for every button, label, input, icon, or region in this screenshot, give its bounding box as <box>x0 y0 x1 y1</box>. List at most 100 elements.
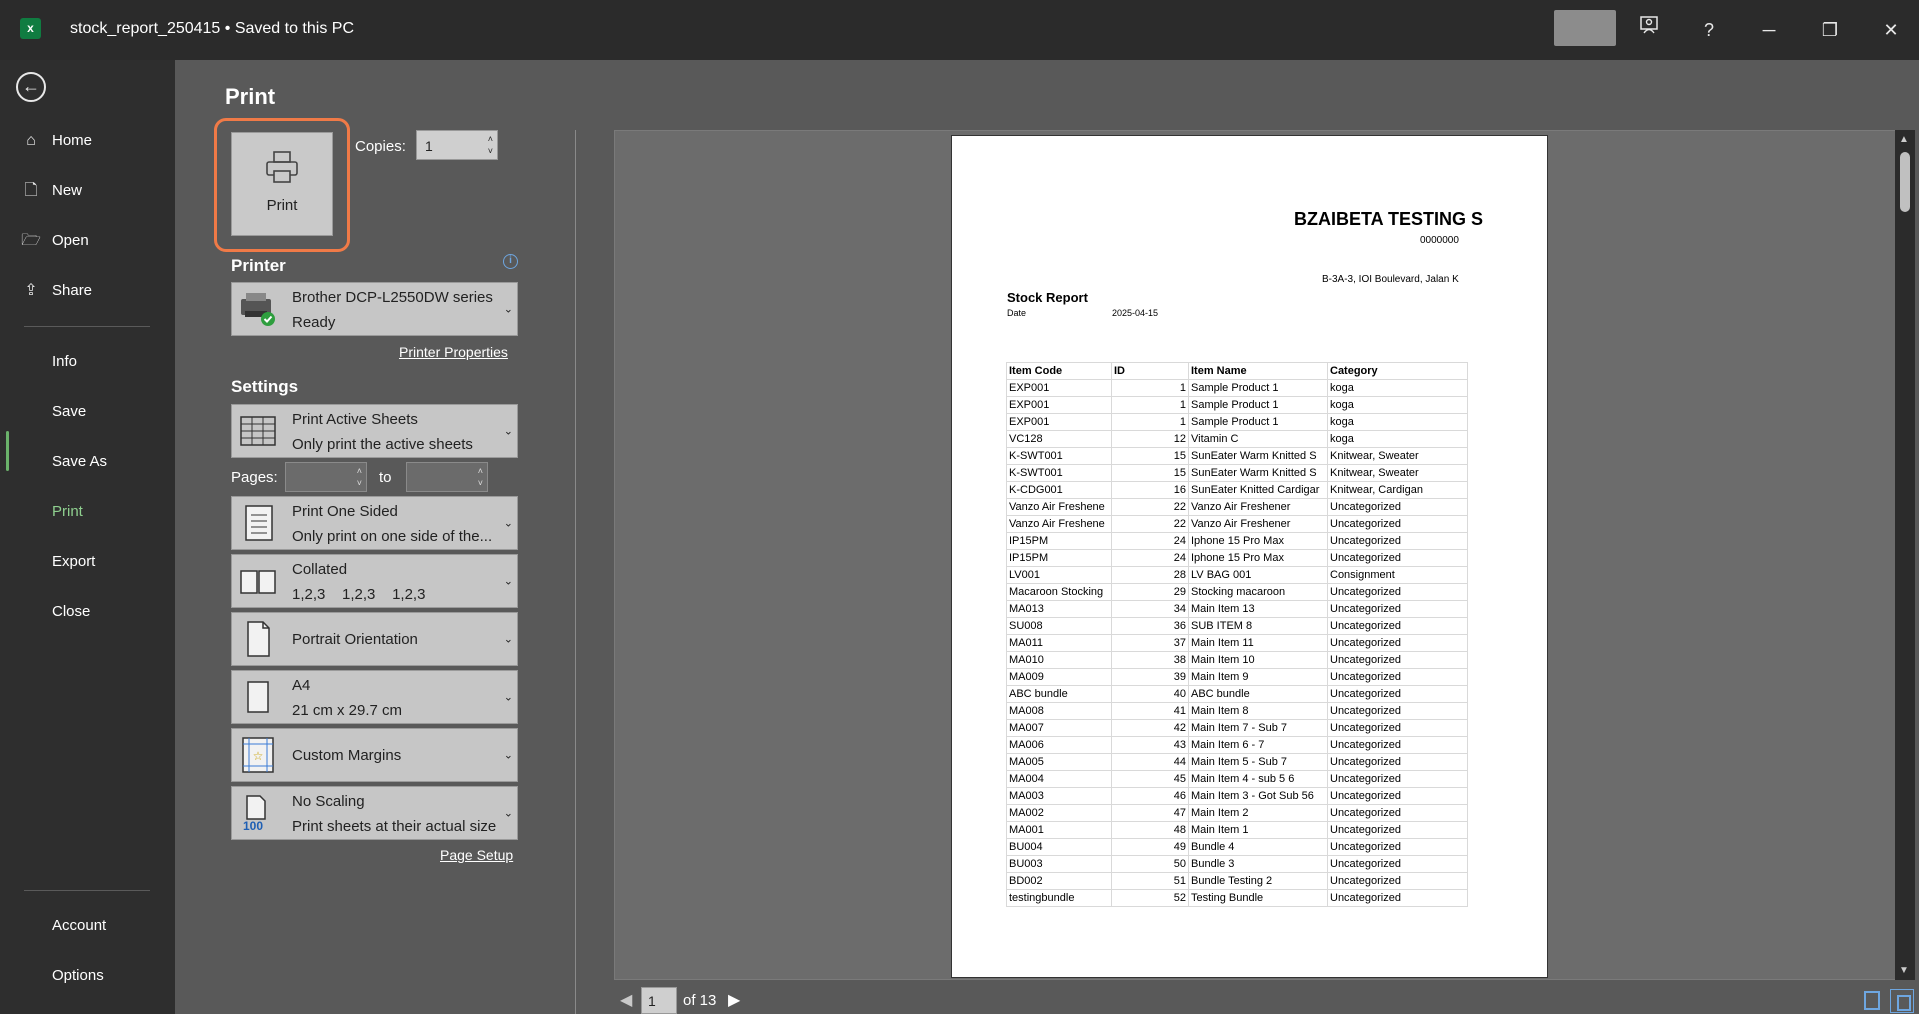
copies-stepper[interactable]: 1 ˄ ˅ <box>416 130 498 160</box>
table-row: MA006 43 Main Item 6 - 7 Uncategorized <box>1006 736 1468 754</box>
sidebar-item-print[interactable]: Print <box>52 494 192 530</box>
table-cell: MA003 <box>1006 787 1112 805</box>
sidebar-item-share[interactable]: ⇪ Share <box>20 273 160 309</box>
scrollbar-thumb[interactable] <box>1900 152 1910 212</box>
table-cell: MA004 <box>1006 770 1112 788</box>
stock-table: Item Code ID Item Name Category EXP001 1 Samp… <box>1006 362 1468 907</box>
table-cell: Main Item 9 <box>1188 668 1328 686</box>
collated-icon <box>238 561 278 601</box>
chevron-down-icon: ⌄ <box>503 303 513 316</box>
paper-size-dropdown[interactable]: A4 21 cm x 29.7 cm ⌄ <box>231 670 518 724</box>
print-active-sheets-dropdown[interactable]: Print Active Sheets Only print the activ… <box>231 404 518 458</box>
margins-dropdown[interactable]: ☆ Custom Margins ⌄ <box>231 728 518 782</box>
table-cell: Uncategorized <box>1327 821 1468 839</box>
coaching-icon[interactable] <box>1633 14 1665 46</box>
table-cell: 47 <box>1111 804 1189 822</box>
sidebar-item-new[interactable]: 🗋 New <box>20 173 160 209</box>
print-button[interactable]: Print <box>231 132 333 236</box>
chevron-down-icon: ⌄ <box>503 807 513 820</box>
print-sides-dropdown[interactable]: Print One Sided Only print on one side o… <box>231 496 518 550</box>
close-icon[interactable]: ✕ <box>1875 14 1907 46</box>
sidebar-item-save[interactable]: Save <box>52 394 192 430</box>
table-cell: MA002 <box>1006 804 1112 822</box>
pages-from-input[interactable]: ˄ ˅ <box>285 462 367 492</box>
company-number: 0000000 <box>1420 235 1459 246</box>
column-header: Item Code <box>1006 362 1112 380</box>
table-cell: 39 <box>1111 668 1189 686</box>
table-row: MA001 48 Main Item 1 Uncategorized <box>1006 821 1468 839</box>
table-cell: 36 <box>1111 617 1189 635</box>
printer-heading: Printer <box>231 256 286 275</box>
table-cell: Vanzo Air Freshene <box>1006 515 1112 533</box>
sidebar-item-account[interactable]: Account <box>52 908 192 944</box>
page-setup-link[interactable]: Page Setup <box>440 847 513 863</box>
table-cell: Uncategorized <box>1327 549 1468 567</box>
table-row: MA004 45 Main Item 4 - sub 5 6 Uncategorize… <box>1006 770 1468 788</box>
zoom-to-page-icon[interactable] <box>1890 989 1914 1013</box>
table-cell: Sample Product 1 <box>1188 396 1328 414</box>
previous-page-icon[interactable]: ◀ <box>620 990 632 1010</box>
restore-icon[interactable]: ❐ <box>1814 14 1846 46</box>
help-icon[interactable]: ? <box>1693 14 1725 46</box>
sidebar-item-info[interactable]: Info <box>52 344 192 380</box>
sidebar-item-options[interactable]: Options <box>52 958 192 994</box>
table-cell: koga <box>1327 379 1468 397</box>
table-cell: 52 <box>1111 889 1189 907</box>
table-cell: 48 <box>1111 821 1189 839</box>
table-cell: Bundle 3 <box>1188 855 1328 873</box>
pages-to-input[interactable]: ˄ ˅ <box>406 462 488 492</box>
table-cell: SU008 <box>1006 617 1112 635</box>
document-title: stock_report_250415 • Saved to this PC <box>70 20 354 37</box>
printer-dropdown[interactable]: Brother DCP-L2550DW series Ready ⌄ <box>231 282 518 336</box>
collation-dropdown[interactable]: Collated 1,2,3 1,2,3 1,2,3 ⌄ <box>231 554 518 608</box>
table-cell: 15 <box>1111 447 1189 465</box>
back-arrow-icon[interactable]: ← <box>16 72 46 102</box>
scroll-up-icon[interactable]: ▲ <box>1899 134 1909 145</box>
table-cell: Uncategorized <box>1327 651 1468 669</box>
table-cell: 42 <box>1111 719 1189 737</box>
sidebar-separator <box>24 890 150 891</box>
table-cell: Sample Product 1 <box>1188 379 1328 397</box>
printer-properties-link[interactable]: Printer Properties <box>399 344 508 360</box>
sidebar-item-open[interactable]: 🗁 Open <box>20 223 160 259</box>
pages-label: Pages: <box>231 469 278 486</box>
preview-page: BZAIBETA TESTING S 0000000 B-3A-3, IOI B… <box>951 135 1548 978</box>
minimize-icon[interactable]: ─ <box>1753 14 1785 46</box>
table-cell: IP15PM <box>1006 549 1112 567</box>
spin-arrows-icon[interactable]: ˄ ˅ <box>488 133 493 157</box>
preview-scrollbar[interactable]: ▲ ▼ <box>1895 130 1915 980</box>
table-cell: Knitwear, Cardigan <box>1327 481 1468 499</box>
scroll-down-icon[interactable]: ▼ <box>1899 965 1909 976</box>
table-cell: Iphone 15 Pro Max <box>1188 549 1328 567</box>
settings-heading: Settings <box>231 377 299 396</box>
svg-text:☆: ☆ <box>253 749 264 763</box>
sidebar-item-home[interactable]: ⌂ Home <box>20 123 160 159</box>
info-icon[interactable]: i <box>503 254 518 269</box>
spin-arrows-icon[interactable]: ˄ ˅ <box>478 465 483 489</box>
table-row: BD002 51 Bundle Testing 2 Uncategorized <box>1006 872 1468 890</box>
current-page-input[interactable]: 1 <box>641 987 677 1014</box>
show-margins-icon[interactable] <box>1864 991 1880 1010</box>
table-row: K-CDG001 16 SunEater Knitted Cardigar Knitw… <box>1006 481 1468 499</box>
panel-divider <box>575 130 576 1014</box>
table-cell: 16 <box>1111 481 1189 499</box>
sidebar-item-export[interactable]: Export <box>52 544 192 580</box>
table-cell: 1 <box>1111 413 1189 431</box>
table-row: MA010 38 Main Item 10 Uncategorized <box>1006 651 1468 669</box>
table-cell: Main Item 5 - Sub 7 <box>1188 753 1328 771</box>
orientation-dropdown[interactable]: Portrait Orientation ⌄ <box>231 612 518 666</box>
table-cell: Uncategorized <box>1327 889 1468 907</box>
spin-arrows-icon[interactable]: ˄ ˅ <box>357 465 362 489</box>
next-page-icon[interactable]: ▶ <box>728 990 740 1010</box>
sidebar-item-save-as[interactable]: Save As <box>52 444 192 480</box>
sheets-grid-icon <box>238 411 278 451</box>
table-cell: SunEater Knitted Cardigar <box>1188 481 1328 499</box>
profile-avatar[interactable] <box>1554 10 1616 46</box>
table-cell: IP15PM <box>1006 532 1112 550</box>
table-cell: K-SWT001 <box>1006 447 1112 465</box>
table-cell: 44 <box>1111 753 1189 771</box>
table-cell: Consignment <box>1327 566 1468 584</box>
sidebar-item-close[interactable]: Close <box>52 594 192 630</box>
scaling-dropdown[interactable]: 100 No Scaling Print sheets at their act… <box>231 786 518 840</box>
table-cell: Bundle Testing 2 <box>1188 872 1328 890</box>
